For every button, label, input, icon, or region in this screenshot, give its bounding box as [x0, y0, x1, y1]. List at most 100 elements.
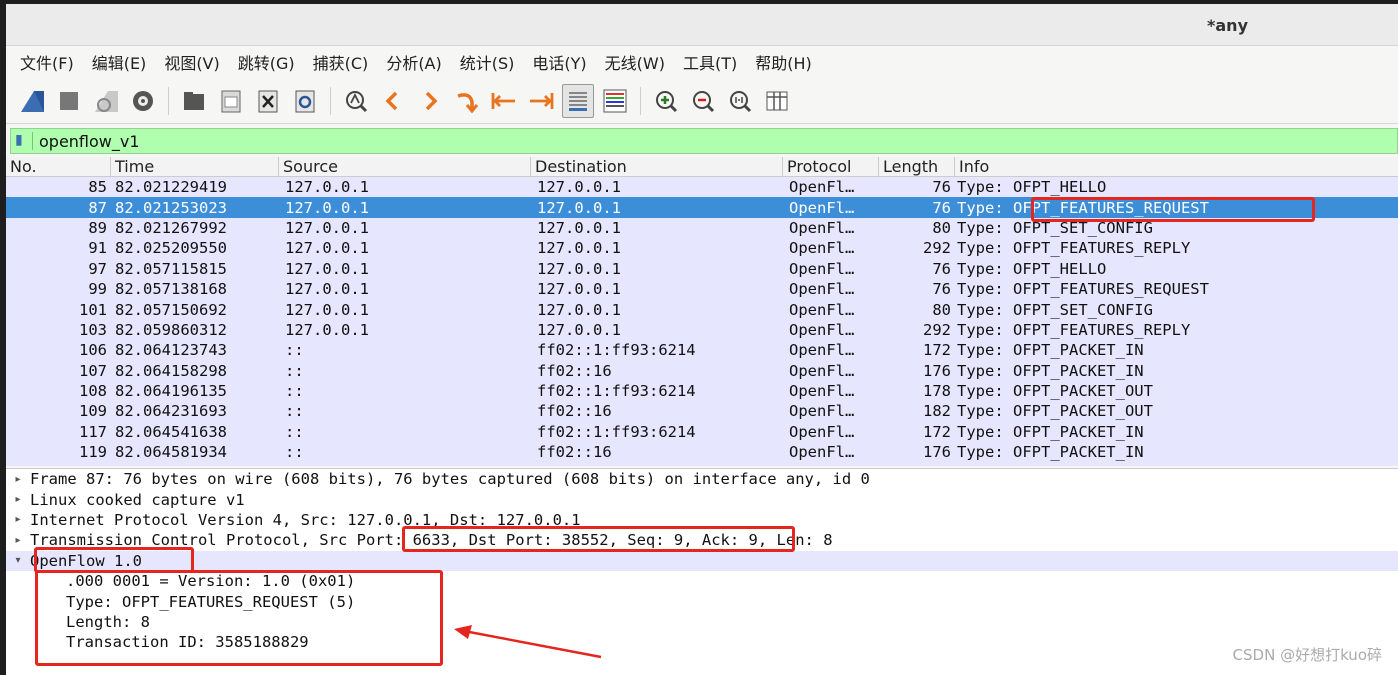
next-packet-icon[interactable]	[414, 84, 446, 118]
menu-go[interactable]: 跳转(G)	[238, 50, 295, 74]
annotation-box-info	[1031, 197, 1315, 222]
detail-linux-cooked[interactable]: ▸ Linux cooked capture v1	[6, 489, 1398, 509]
display-filter-input[interactable]: openflow_v1	[39, 132, 140, 151]
column-header-protocol[interactable]: Protocol	[783, 157, 879, 176]
watermark: CSDN @好想打kuo碎	[1232, 646, 1382, 664]
resize-columns-icon[interactable]	[761, 84, 793, 118]
cell-no: 108	[79, 382, 107, 401]
column-header-info[interactable]: Info	[955, 157, 1398, 176]
start-capture-icon[interactable]	[16, 84, 48, 118]
menu-file[interactable]: 文件(F)	[20, 50, 74, 74]
stop-capture-icon[interactable]	[53, 84, 85, 118]
auto-scroll-icon[interactable]	[562, 83, 594, 118]
normal-size-icon[interactable]	[724, 84, 756, 118]
cell-protocol: OpenFl…	[789, 341, 855, 360]
cell-no: 109	[79, 402, 107, 421]
annotation-box-fields	[35, 570, 443, 666]
table-row[interactable]: 99 82.057138168 127.0.0.1 127.0.0.1 OpenFl… 7…	[6, 279, 1398, 299]
menu-capture[interactable]: 捕获(C)	[313, 50, 369, 74]
last-packet-icon[interactable]	[525, 84, 557, 118]
table-row[interactable]: 101 82.057150692 127.0.0.1 127.0.0.1 OpenFl……	[6, 299, 1398, 319]
menu-edit[interactable]: 编辑(E)	[92, 50, 147, 74]
zoom-in-icon[interactable]	[650, 84, 682, 118]
find-packet-icon[interactable]	[340, 84, 372, 118]
cell-length: 172	[923, 341, 951, 360]
cell-protocol: OpenFl…	[789, 382, 855, 401]
cell-length: 80	[932, 300, 951, 319]
cell-destination: 127.0.0.1	[537, 198, 621, 217]
cell-destination: 127.0.0.1	[537, 218, 621, 237]
cell-time: 82.064581934	[115, 443, 227, 462]
detail-openflow[interactable]: ▾ OpenFlow 1.0	[6, 550, 1398, 571]
first-packet-icon[interactable]	[488, 84, 520, 118]
table-row[interactable]: 103 82.059860312 127.0.0.1 127.0.0.1 OpenFl……	[6, 320, 1398, 340]
table-row[interactable]: 85 82.021229419 127.0.0.1 127.0.0.1 OpenFl… 7…	[6, 177, 1398, 197]
menu-analyze[interactable]: 分析(A)	[386, 50, 441, 74]
cell-source: 127.0.0.1	[285, 280, 369, 299]
cell-no: 107	[79, 361, 107, 380]
colorize-icon[interactable]	[599, 84, 631, 118]
expand-arrow-icon[interactable]: ▸	[6, 514, 30, 525]
cell-destination: ff02::16	[537, 443, 612, 462]
cell-protocol: OpenFl…	[789, 218, 855, 237]
column-header-source[interactable]: Source	[279, 157, 531, 176]
column-header-no[interactable]: No.	[6, 157, 111, 176]
cell-time: 82.021229419	[115, 178, 227, 197]
collapse-arrow-icon[interactable]: ▾	[6, 555, 30, 566]
menu-wireless[interactable]: 无线(W)	[605, 50, 665, 74]
cell-no: 97	[88, 259, 107, 278]
cell-source: ::	[285, 341, 304, 360]
cell-destination: ff02::1:ff93:6214	[537, 382, 696, 401]
cell-protocol: OpenFl…	[789, 300, 855, 319]
cell-protocol: OpenFl…	[789, 361, 855, 380]
cell-time: 82.021267992	[115, 218, 227, 237]
table-row[interactable]: 106 82.064123743:: ff02::1:ff93:6214 OpenFl…	[6, 340, 1398, 360]
cell-destination: ff02::1:ff93:6214	[537, 341, 696, 360]
cell-no: 106	[79, 341, 107, 360]
table-row[interactable]: 107 82.064158298:: ff02::16 OpenFl… 176 Type:…	[6, 361, 1398, 381]
cell-time: 82.025209550	[115, 239, 227, 258]
expand-arrow-icon[interactable]: ▸	[6, 494, 30, 505]
table-row[interactable]: 108 82.064196135:: ff02::1:ff93:6214 OpenFl…	[6, 381, 1398, 401]
main-toolbar	[6, 78, 1398, 124]
cell-destination: 127.0.0.1	[537, 259, 621, 278]
table-row[interactable]: 91 82.025209550 127.0.0.1 127.0.0.1 OpenFl… 2…	[6, 238, 1398, 258]
cell-protocol: OpenFl…	[789, 320, 855, 339]
cell-no: 119	[79, 443, 107, 462]
capture-options-icon[interactable]	[127, 84, 159, 118]
menu-statistics[interactable]: 统计(S)	[460, 50, 515, 74]
go-to-packet-icon[interactable]	[451, 84, 483, 118]
cell-length: 76	[932, 280, 951, 299]
previous-packet-icon[interactable]	[377, 84, 409, 118]
cell-time: 82.064541638	[115, 422, 227, 441]
menu-bar: 文件(F) 编辑(E) 视图(V) 跳转(G) 捕获(C) 分析(A) 统计(S…	[6, 46, 1398, 78]
cell-info: Type: OFPT_HELLO	[957, 178, 1107, 197]
detail-frame[interactable]: ▸ Frame 87: 76 bytes on wire (608 bits), …	[6, 469, 1398, 489]
menu-tools[interactable]: 工具(T)	[683, 50, 737, 74]
cell-length: 76	[932, 198, 951, 217]
table-row[interactable]: 97 82.057115815 127.0.0.1 127.0.0.1 OpenFl… 7…	[6, 259, 1398, 279]
table-row[interactable]: 119 82.064581934:: ff02::16 OpenFl… 176 Type:…	[6, 442, 1398, 462]
cell-destination: 127.0.0.1	[537, 300, 621, 319]
display-filter-bar[interactable]: ▮ openflow_v1	[10, 128, 1398, 154]
reload-file-icon[interactable]	[289, 84, 321, 118]
cell-info: Type: OFPT_PACKET_IN	[957, 341, 1144, 360]
menu-view[interactable]: 视图(V)	[164, 50, 219, 74]
cell-no: 117	[79, 422, 107, 441]
expand-arrow-icon[interactable]: ▸	[6, 474, 30, 485]
save-file-icon[interactable]	[215, 84, 247, 118]
zoom-out-icon[interactable]	[687, 84, 719, 118]
table-row[interactable]: 117 82.064541638:: ff02::1:ff93:6214 OpenFl…	[6, 422, 1398, 442]
close-file-icon[interactable]	[252, 84, 284, 118]
bookmark-icon[interactable]: ▮	[15, 132, 33, 150]
column-header-time[interactable]: Time	[111, 157, 279, 176]
expand-arrow-icon[interactable]: ▸	[6, 535, 30, 546]
menu-help[interactable]: 帮助(H)	[755, 50, 812, 74]
restart-capture-icon[interactable]	[90, 84, 122, 118]
cell-protocol: OpenFl…	[789, 443, 855, 462]
menu-telephony[interactable]: 电话(Y)	[532, 50, 586, 74]
column-header-length[interactable]: Length	[879, 157, 955, 176]
table-row[interactable]: 109 82.064231693:: ff02::16 OpenFl… 182 Type:…	[6, 401, 1398, 421]
open-file-icon[interactable]	[178, 84, 210, 118]
column-header-destination[interactable]: Destination	[531, 157, 783, 176]
